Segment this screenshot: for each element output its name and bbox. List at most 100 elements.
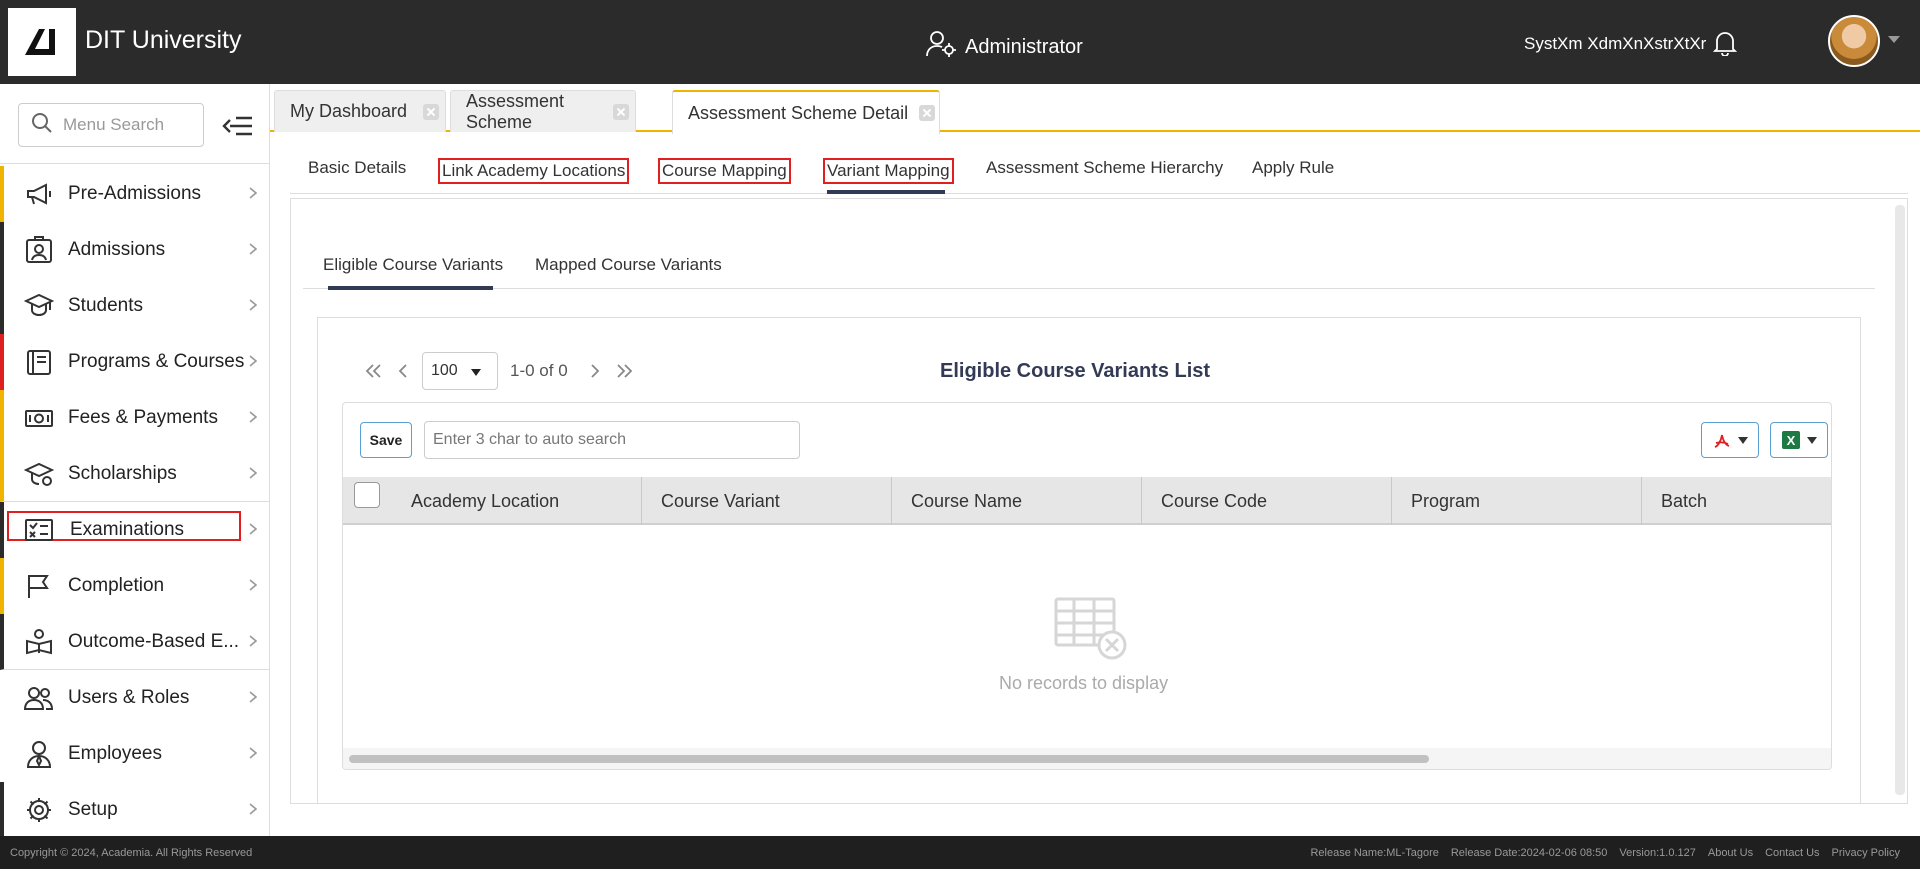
column-header[interactable]: Course Variant [661,477,780,525]
sidebar-item-users-roles[interactable]: Users & Roles [0,670,270,726]
column-header[interactable]: Batch [1661,477,1707,525]
column-divider[interactable] [891,477,892,525]
chevron-down-icon [1807,436,1817,444]
tab-label: My Dashboard [290,101,408,121]
sidebar-item-label: Examinations [70,519,185,540]
subnav-course-mapping[interactable]: Course Mapping [658,158,791,184]
column-header[interactable]: Program [1411,477,1480,525]
subnav-variant-mapping[interactable]: Variant Mapping [823,158,954,184]
sidebar-item-outcome-based-education[interactable]: Outcome-Based E... [0,614,270,670]
page-size-select[interactable]: 100 [422,352,498,390]
chevron-right-icon [249,691,258,703]
tab-my-dashboard[interactable]: My Dashboard [274,90,446,132]
tab-assessment-scheme[interactable]: Assessment Scheme [450,90,636,132]
close-icon[interactable] [613,104,629,120]
page-tab-bar: My Dashboard Assessment Scheme Assessmen… [270,84,1920,134]
app-logo[interactable] [8,8,76,76]
flag-icon [28,575,49,598]
tab-assessment-scheme-detail[interactable]: Assessment Scheme Detail [672,90,940,134]
tab-label: Assessment Scheme Detail [688,102,909,123]
subnav-link-academy-locations[interactable]: Link Academy Locations [438,158,630,184]
contact-link[interactable]: Contact Us [1765,847,1819,859]
scrollbar-thumb[interactable] [349,755,1429,763]
user-avatar[interactable] [1828,15,1880,67]
money-icon [25,410,53,427]
content-panel: Eligible Course Variants Mapped Course V… [290,198,1908,804]
menu-search[interactable] [18,103,204,147]
version-text: Version:1.0.127 [1619,847,1696,859]
page-info: 1-0 of 0 [510,361,568,380]
role-label: Administrator [965,35,1083,58]
close-icon[interactable] [423,104,439,120]
column-divider[interactable] [641,477,642,525]
export-excel-button[interactable]: X [1770,422,1828,458]
collapse-menu-icon[interactable] [222,112,254,140]
sidebar-menu: Pre-Admissions Admissions Students Progr… [0,166,270,838]
export-pdf-button[interactable] [1701,422,1759,458]
column-header[interactable]: Course Name [911,477,1022,525]
sidebar-item-admissions[interactable]: Admissions [0,222,270,278]
sidebar-divider [0,163,270,164]
subnav-apply-rule[interactable]: Apply Rule [1252,158,1334,178]
grid-title: Eligible Course Variants List [940,360,1211,382]
horizontal-scrollbar[interactable] [343,748,1831,769]
sidebar-item-fees-payments[interactable]: Fees & Payments [0,390,270,446]
chevron-down-icon[interactable] [1888,36,1900,43]
role-switcher[interactable]: Administrator [925,30,1083,64]
table-header: Academy Location Course Variant Course N… [343,477,1831,525]
footer-links: Release Name:ML-Tagore Release Date:2024… [1310,847,1900,859]
empty-table-icon [1054,597,1127,660]
sidebar-item-scholarships[interactable]: Scholarships [0,446,270,502]
previous-page-icon[interactable] [392,360,414,382]
column-divider[interactable] [1391,477,1392,525]
select-all-checkbox[interactable] [354,482,380,508]
next-page-icon[interactable] [584,360,606,382]
page-size-value: 100 [431,362,458,379]
column-header[interactable]: Course Code [1161,477,1267,525]
user-gear-icon [925,30,957,64]
save-button[interactable]: Save [360,422,412,458]
sidebar-item-label: Outcome-Based E... [68,631,240,652]
close-icon[interactable] [919,105,935,121]
search-icon [31,112,53,139]
top-header: DIT University Administrator SystXm XdmX… [0,0,1920,84]
sidebar-item-label: Programs & Courses [68,351,245,372]
chevron-right-icon [249,243,258,255]
privacy-link[interactable]: Privacy Policy [1832,847,1900,859]
last-page-icon[interactable] [614,360,636,382]
sidebar-item-employees[interactable]: Employees [0,726,270,782]
about-link[interactable]: About Us [1708,847,1753,859]
sidebar-item-programs-courses[interactable]: Programs & Courses [0,334,270,390]
graduation-cap-icon [24,293,54,317]
tab-mapped-course-variants[interactable]: Mapped Course Variants [535,255,722,275]
menu-search-input[interactable] [63,115,193,135]
open-book-icon [26,629,52,655]
column-divider[interactable] [1141,477,1142,525]
subnav-assessment-scheme-hierarchy[interactable]: Assessment Scheme Hierarchy [986,158,1223,178]
sidebar-item-setup[interactable]: Setup [0,782,270,838]
first-page-icon[interactable] [362,360,384,382]
release-name: Release Name:ML-Tagore [1310,847,1439,859]
subnav-basic-details[interactable]: Basic Details [308,158,406,178]
sidebar-item-students[interactable]: Students [0,278,270,334]
release-date: Release Date:2024-02-06 08:50 [1450,847,1608,859]
sidebar-item-pre-admissions[interactable]: Pre-Admissions [0,166,270,222]
vertical-scrollbar[interactable] [1895,205,1905,795]
tab-eligible-course-variants[interactable]: Eligible Course Variants [323,255,503,275]
svg-text:X: X [1787,433,1796,448]
empty-state: No records to display [343,527,1831,745]
notification-bell-icon[interactable] [1712,30,1738,61]
sidebar-item-label: Pre-Admissions [68,183,202,204]
footer: Copyright © 2024, Academia. All Rights R… [0,836,1920,869]
sidebar-item-label: Setup [68,799,118,820]
chevron-right-icon [249,579,258,591]
data-table: Save X Academy Location Course Variant C… [342,402,1832,770]
sidebar-item-examinations[interactable]: Examinations [0,502,270,558]
sidebar-item-completion[interactable]: Completion [0,558,270,614]
chevron-right-icon [249,747,258,759]
id-card-icon [26,236,52,263]
auto-search-input[interactable] [424,421,800,459]
column-divider[interactable] [1641,477,1642,525]
column-header[interactable]: Academy Location [411,477,559,525]
user-name[interactable]: SystXm XdmXnXstrXtXr [1524,34,1706,54]
